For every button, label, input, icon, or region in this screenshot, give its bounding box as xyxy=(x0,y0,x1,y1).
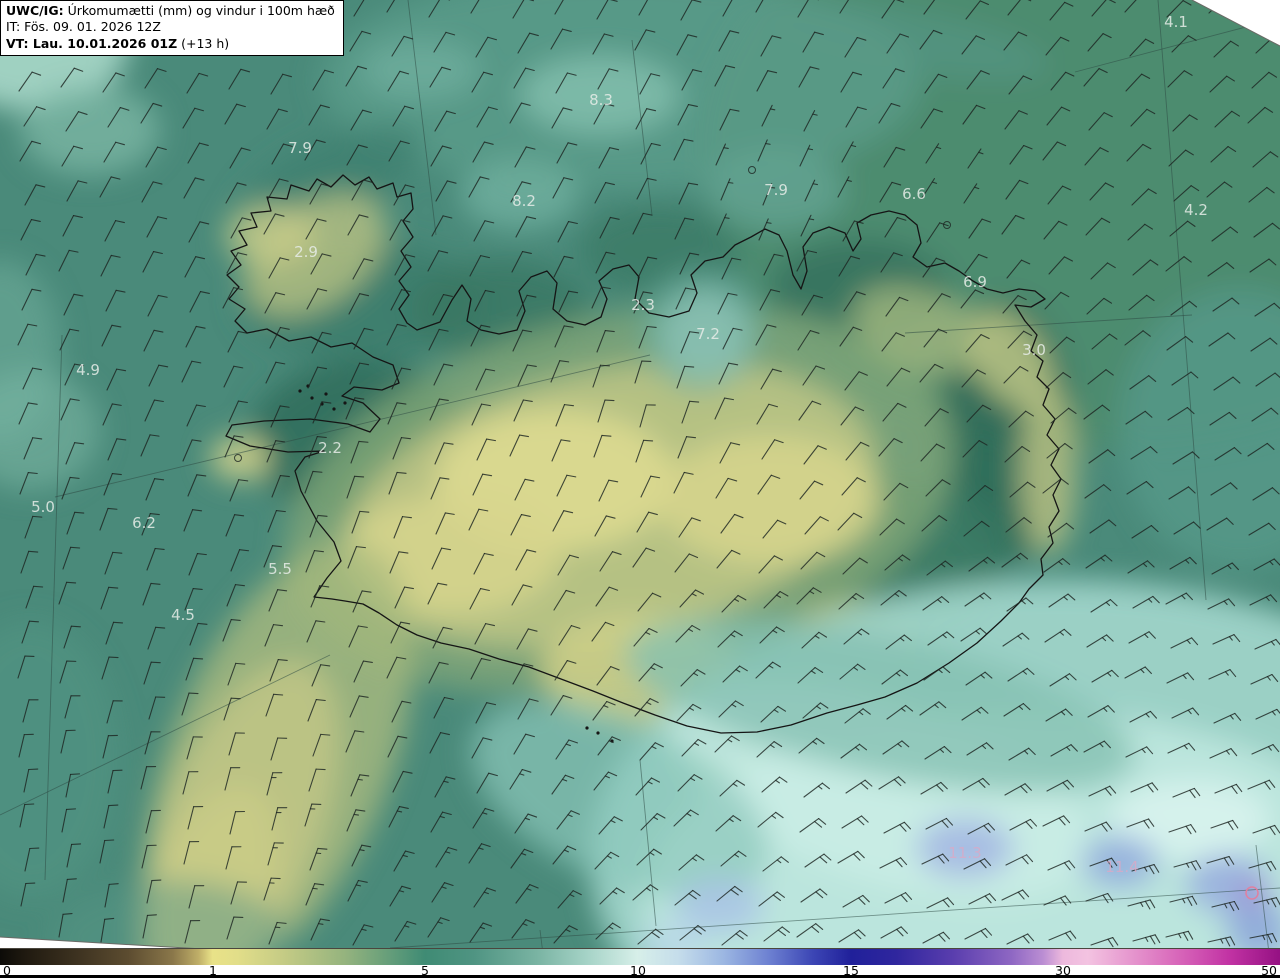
precip-value-label: 5.5 xyxy=(268,560,292,578)
wind-barb-feather xyxy=(155,626,166,629)
wind-barb-halffeather xyxy=(353,813,359,816)
wind-barb-feather xyxy=(599,364,610,367)
precip-value-label: 4.5 xyxy=(171,606,195,624)
precip-value-label: 7.2 xyxy=(696,325,720,343)
weather-map: 4.1 8.3 7.9 8.2 2.9 7.9 6.6 4.2 6.9 2.3 7.2 3.0 4.9 5… xyxy=(0,0,1280,978)
wind-barb-halffeather xyxy=(766,222,772,224)
wind-barb-halffeather xyxy=(317,923,324,925)
title-line-2: IT: Fös. 09. 01. 2026 12Z xyxy=(6,19,335,35)
colorbar-tick-30: 30 xyxy=(1055,963,1071,978)
wind-barb-feather xyxy=(643,439,654,442)
title-segment: Úrkomumætti (mm) og vindur i 100m hæð xyxy=(63,3,335,18)
precip-value-label: 8.3 xyxy=(589,91,613,109)
wind-barb-feather xyxy=(33,585,44,588)
wind-barb-feather xyxy=(354,475,365,478)
wind-barb-feather xyxy=(69,773,81,775)
wind-barb-feather xyxy=(146,914,157,916)
wind-barb-feather xyxy=(320,733,331,736)
wind-barb-feather xyxy=(235,662,246,665)
island-dot xyxy=(585,726,589,730)
precip-value-label: 11.4 xyxy=(1105,858,1138,876)
wind-barb-halffeather xyxy=(723,147,729,149)
wind-barb-feather xyxy=(65,808,77,810)
colorbar-tick-50: 50 xyxy=(1261,963,1277,978)
precip-value-label: 6.2 xyxy=(132,514,156,532)
wind-barb-feather xyxy=(112,551,123,554)
precip-value-label: 8.2 xyxy=(512,192,536,210)
precip-value-label: 6.6 xyxy=(902,185,926,203)
wind-barb-feather xyxy=(66,878,77,880)
wind-barb-feather xyxy=(32,515,43,518)
colorbar-ticks: 0 1 5 10 15 30 50 xyxy=(0,963,1280,978)
precip-blob xyxy=(20,85,160,175)
wind-barb-feather xyxy=(112,621,124,624)
title-box: UWC/IG: Úrkomumætti (mm) og vindur i 100… xyxy=(0,0,344,56)
precip-blob xyxy=(360,40,480,100)
title-line-1: UWC/IG: Úrkomumætti (mm) og vindur i 100… xyxy=(6,3,335,19)
island-dot xyxy=(596,731,600,735)
precip-value-label: 4.1 xyxy=(1164,13,1188,31)
precip-value-label: 2.2 xyxy=(318,439,342,457)
wind-barb-feather xyxy=(74,511,85,514)
colorbar-tick-1: 1 xyxy=(209,963,217,978)
title-segment: (+13 h) xyxy=(177,35,230,51)
wind-barb-halffeather xyxy=(357,778,363,781)
colorbar-tick-0: 0 xyxy=(3,963,11,978)
title-segment: VT: Lau. 10.01.2026 01Z xyxy=(6,35,178,51)
precip-value-label: 3.0 xyxy=(1022,341,1046,359)
wind-barb-halffeather xyxy=(724,217,730,219)
wind-barb-halffeather xyxy=(727,181,734,184)
precip-blob xyxy=(660,435,880,565)
wind-barb-feather xyxy=(62,913,73,915)
wind-barb-feather xyxy=(193,657,204,660)
colorbar-tick-15: 15 xyxy=(843,963,859,978)
island-dot xyxy=(332,407,336,411)
precip-value-label: 6.9 xyxy=(963,273,987,291)
precip-value-label: 4.2 xyxy=(1184,201,1208,219)
wind-barb-feather xyxy=(273,693,284,696)
wind-barb-feather xyxy=(689,400,700,403)
wind-barb-feather xyxy=(66,581,77,584)
wind-barb-feather xyxy=(684,365,695,368)
wind-barb-halffeather xyxy=(312,887,318,890)
wind-barb-feather xyxy=(28,550,39,553)
map-canvas: 4.1 8.3 7.9 8.2 2.9 7.9 6.6 4.2 6.9 2.3 7.2 3.0 4.9 5… xyxy=(0,0,1280,978)
title-segment: UWC/IG: xyxy=(6,3,64,18)
island-dot xyxy=(298,389,302,393)
island-dot xyxy=(310,396,314,400)
wind-barb-feather xyxy=(150,661,161,664)
precip-value-label: 5.0 xyxy=(31,498,55,516)
precip-value-label: 2.3 xyxy=(631,296,655,314)
island-dot xyxy=(343,401,347,405)
wind-barb-feather xyxy=(108,586,119,589)
colorbar: 0 1 5 10 15 30 50 xyxy=(0,948,1280,978)
wind-barb-feather xyxy=(108,883,119,885)
island-dot xyxy=(324,392,328,396)
precip-value-label: 2.9 xyxy=(294,243,318,261)
precip-value-label: 11.3 xyxy=(948,844,981,862)
wind-barb-halffeather xyxy=(812,183,818,186)
precip-value-label: 7.9 xyxy=(764,181,788,199)
colorbar-tick-10: 10 xyxy=(630,963,646,978)
wind-barb-feather xyxy=(70,546,81,549)
wind-barb-feather xyxy=(28,620,39,623)
precip-value-label: 4.9 xyxy=(76,361,100,379)
title-line-3: VT: Lau. 10.01.2026 01Z (+13 h) xyxy=(6,36,335,52)
wind-barb-feather xyxy=(71,843,82,846)
wind-barb-feather xyxy=(359,510,370,513)
wind-barb-feather xyxy=(70,625,81,628)
precip-value-label: 7.9 xyxy=(288,139,312,157)
title-segment: IT: Fös. 09. 01. 2026 12Z xyxy=(6,19,161,35)
wind-barb-halffeather xyxy=(765,143,771,145)
colorbar-tick-5: 5 xyxy=(421,963,429,978)
